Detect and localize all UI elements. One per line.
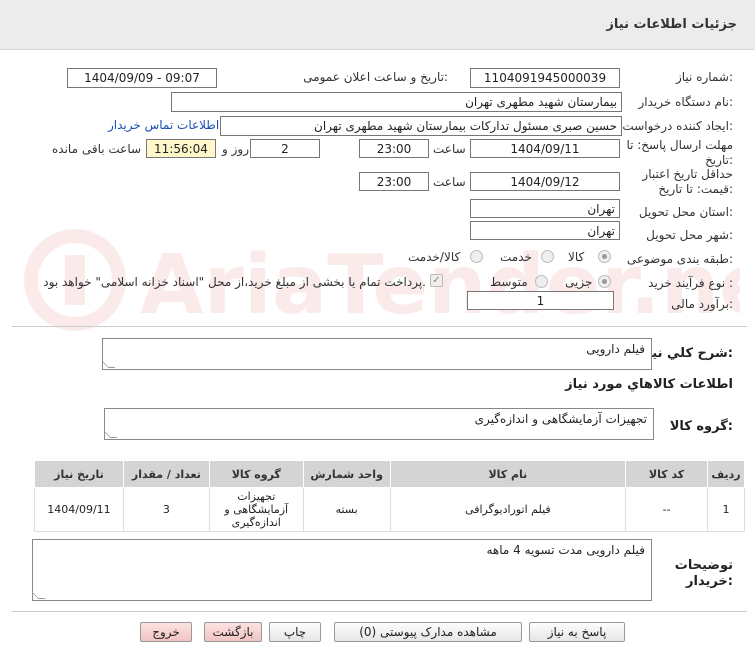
goods-group-label: گروه کالا: [669,419,733,434]
cell-goods-name: فیلم اتورادیوگرافی [389,487,627,532]
purchase-option-minor: جزیی [565,275,593,289]
province-field: تهران [470,199,620,218]
items-table: تاریخ نیاز تعداد / مقدار گروه کالا واحد … [34,460,746,532]
cell-unit: بسته [302,487,391,532]
category-option-goods-service: کالا/خدمت [408,250,461,264]
col-unit: واحد شمارش [302,460,391,488]
purchase-option-medium: متوسط [490,275,528,289]
view-attachments-button[interactable]: مشاهده مدارک پیوستی (0) [334,622,522,642]
days-remaining-field: 2 [250,139,320,158]
buyer-org-label: نام دستگاه خریدار: [638,95,734,109]
back-button[interactable]: بازگشت [204,622,262,642]
day-and-label: روز و [222,142,249,156]
announce-datetime-field: 1404/09/09 - 09:07 [67,68,217,88]
goods-group-text: تجهیزات آزمایشگاهی و اندازه‌گیری [474,412,647,426]
validity-time-label: ساعت [433,175,466,189]
print-button[interactable]: چاپ [269,622,321,642]
category-option-service: خدمت [500,250,532,264]
reply-to-need-button[interactable]: پاسخ به نیاز [529,622,625,642]
treasury-payment-note: پرداخت تمام یا بخشی از مبلغ خرید،از محل … [43,275,426,289]
page-title: جزئیات اطلاعات نیاز [606,17,737,32]
need-summary-box: فیلم دارویی [101,338,652,370]
buyer-notes-text: فیلم دارویی مدت تسویه 4 ماهه [486,543,645,557]
purchase-radio-medium[interactable] [535,275,548,288]
province-label: استان محل تحویل: [638,205,733,219]
validity-label-2: قیمت: تا تاریخ: [658,182,733,196]
category-radio-goods-service[interactable] [470,250,483,263]
buyer-contact-link[interactable]: اطلاعات تماس خریدار [108,118,219,132]
validity-label-1: حداقل تاریخ اعتبار [642,167,733,181]
buyer-notes-box: فیلم دارویی مدت تسویه 4 ماهه [31,539,652,601]
divider [12,326,747,327]
requester-label: ایجاد کننده درخواست: [622,119,733,133]
goods-info-title: اطلاعات كالاهاي مورد نياز [565,377,733,392]
purchase-radio-minor[interactable] [598,275,611,288]
cell-row-number: 1 [706,487,746,532]
category-label: طبقه بندی موضوعی: [626,252,733,266]
col-quantity: تعداد / مقدار [122,460,210,488]
need-number-label: شماره نیاز: [675,70,733,84]
need-summary-text: فیلم دارویی [586,342,645,356]
need-summary-title: شرح كلي نياز: [639,346,733,361]
divider [12,611,747,612]
reply-date-field: 1404/09/11 [470,139,620,158]
budget-field: 1 [467,291,614,310]
cell-need-date: 1404/09/11 [34,487,124,532]
buyer-notes-label-2: خریدار: [686,574,733,589]
reply-time-field: 23:00 [359,139,429,158]
goods-group-box: تجهیزات آزمایشگاهی و اندازه‌گیری [103,408,654,440]
city-label: شهر محل تحویل: [646,228,733,242]
validity-date-field: 1404/09/12 [470,172,620,191]
remaining-label: ساعت باقی مانده [52,142,142,156]
category-radio-service[interactable] [541,250,554,263]
requester-field: حسین صبری مسئول تدارکات بیمارستان شهید م… [220,116,622,136]
reply-time-label: ساعت [433,142,466,156]
col-goods-name: نام کالا [389,460,627,488]
resize-grip-icon[interactable] [101,361,116,368]
reply-deadline-label-1: مهلت ارسال پاسخ: تا [626,138,733,152]
cell-goods-group: تجهیزات آزمایشگاهی و اندازه‌گیری [208,487,304,532]
announce-datetime-label: تاریخ و ساعت اعلان عمومی: [303,70,448,84]
reply-deadline-label-2: تاریخ: [705,153,733,167]
remaining-time-field: 11:56:04 [146,139,216,158]
buyer-notes-label-1: توضیحات [674,558,733,573]
table-row: 1404/09/11 3 تجهیزات آزمایشگاهی و اندازه… [34,487,746,532]
category-option-goods: کالا [568,250,585,264]
need-number-field: 1104091945000039 [470,68,620,88]
category-radio-goods[interactable] [598,250,611,263]
col-need-date: تاریخ نیاز [34,460,124,488]
page-header: جزئیات اطلاعات نیاز [0,0,755,50]
exit-button[interactable]: خروج [140,622,192,642]
validity-time-field: 23:00 [359,172,429,191]
buyer-org-field: بیمارستان شهید مطهری تهران [171,92,622,112]
purchase-type-label: نوع فرآیند خرید : [648,276,733,290]
resize-grip-icon[interactable] [31,592,46,599]
col-goods-code: کد کالا [625,460,708,488]
cell-goods-code: -- [625,487,708,532]
col-row-number: ردیف [706,460,746,488]
col-goods-group: گروه کالا [208,460,304,488]
treasury-checkbox[interactable]: ✓ [430,274,443,287]
table-header-row: تاریخ نیاز تعداد / مقدار گروه کالا واحد … [34,460,746,488]
city-field: تهران [470,221,620,240]
resize-grip-icon[interactable] [103,431,118,438]
budget-label: برآورد مالی: [671,297,733,311]
cell-quantity: 3 [122,487,210,532]
